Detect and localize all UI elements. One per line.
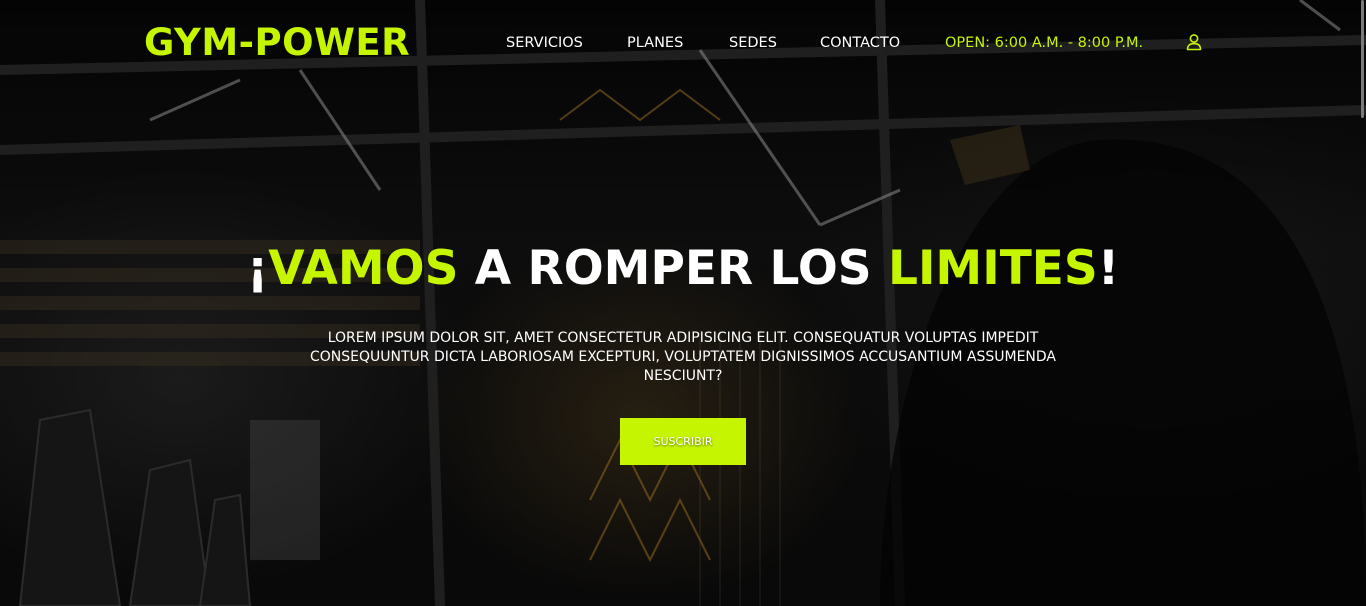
nav-item-contacto[interactable]: CONTACTO: [820, 32, 900, 54]
hero-headline: ¡VAMOS A ROMPER LOS LIMITES!: [0, 238, 1366, 300]
nav-item-servicios[interactable]: SERVICIOS: [506, 32, 583, 54]
user-icon[interactable]: [1185, 33, 1203, 51]
opening-hours: OPEN: 6:00 A.M. - 8:00 P.M.: [945, 35, 1144, 51]
subscribe-button[interactable]: SUSCRIBIR: [620, 418, 746, 465]
headline-prefix: ¡: [246, 241, 269, 296]
headline-middle: A ROMPER LOS: [458, 241, 888, 296]
scrollbar[interactable]: [1361, 0, 1364, 118]
headline-highlight-vamos: VAMOS: [268, 241, 459, 296]
hero-description: LOREM IPSUM DOLOR SIT, AMET CONSECTETUR …: [310, 330, 1056, 384]
nav-item-sedes[interactable]: SEDES: [729, 32, 777, 54]
hero-section: GYM-POWER SERVICIOS PLANES SEDES CONTACT…: [0, 0, 1366, 606]
headline-suffix: !: [1097, 241, 1120, 296]
dark-overlay: [0, 0, 1366, 606]
logo[interactable]: GYM-POWER: [144, 20, 410, 66]
headline-highlight-limites: LIMITES: [888, 241, 1098, 296]
nav-item-planes[interactable]: PLANES: [627, 32, 683, 54]
